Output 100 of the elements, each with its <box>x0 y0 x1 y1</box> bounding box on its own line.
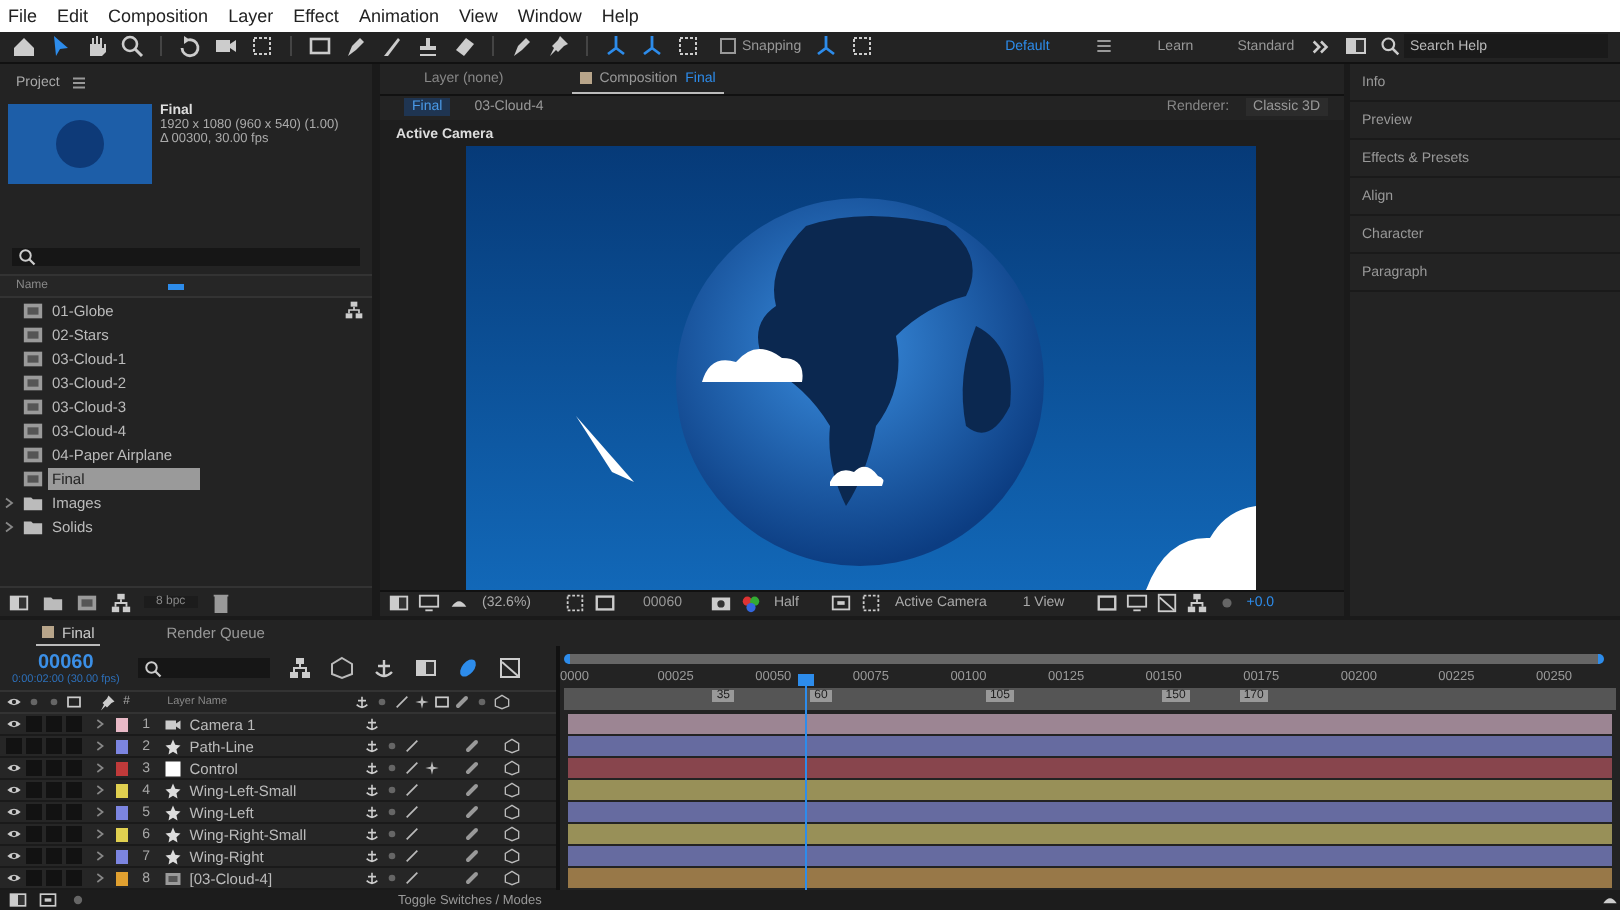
menu-item[interactable]: Composition <box>108 5 209 26</box>
shy-icon[interactable] <box>353 694 370 710</box>
pen-tool-icon[interactable] <box>344 34 368 59</box>
new-composition-icon[interactable] <box>76 591 98 613</box>
effect-switch-icon[interactable] <box>424 760 441 776</box>
label-color-swatch[interactable] <box>115 827 129 841</box>
thumbnail-preview <box>8 104 152 184</box>
rotate-tool-icon[interactable] <box>178 34 202 59</box>
cloud-drawing <box>702 348 803 382</box>
shy-switch-icon[interactable] <box>364 870 381 886</box>
workspace-menu-icon[interactable] <box>1093 36 1114 57</box>
motion-blur-icon[interactable] <box>455 656 480 680</box>
puppet-pin-icon[interactable] <box>546 34 570 59</box>
pan-behind-tool-icon[interactable] <box>250 34 274 59</box>
clone-stamp-icon[interactable] <box>416 34 440 59</box>
rectangle-tool-icon[interactable] <box>308 34 332 59</box>
frame-blending-icon[interactable] <box>413 656 438 680</box>
menu-item[interactable]: Layer <box>228 5 274 26</box>
motion-blur-icon[interactable] <box>453 694 470 710</box>
eye-icon[interactable] <box>6 870 22 886</box>
menu-item[interactable]: Help <box>601 5 639 26</box>
paper-plane-drawing <box>576 415 634 482</box>
local-axis-icon[interactable] <box>604 34 628 59</box>
effect-icon[interactable] <box>413 694 430 710</box>
grid-options-icon[interactable] <box>563 592 586 615</box>
trash-icon[interactable] <box>209 591 232 613</box>
menu-item[interactable]: Edit <box>57 5 89 26</box>
shy-switch-icon[interactable] <box>364 782 381 798</box>
interpret-footage-icon[interactable] <box>8 591 30 613</box>
eraser-tool-icon[interactable] <box>452 34 476 59</box>
eye-icon[interactable] <box>6 826 22 842</box>
menu-item[interactable]: File <box>8 5 38 26</box>
label-color-swatch[interactable] <box>115 783 129 797</box>
always-preview-icon[interactable] <box>388 592 410 615</box>
shy-switch-icon[interactable] <box>364 826 381 842</box>
menu-item[interactable]: Window <box>517 5 582 26</box>
project-settings-icon[interactable] <box>110 591 132 613</box>
label-color-swatch[interactable] <box>115 717 129 731</box>
cloud-drawing <box>1146 505 1256 590</box>
layer-switches-icon[interactable] <box>8 890 28 910</box>
monitor-icon[interactable] <box>418 592 440 615</box>
menu-item[interactable]: Effect <box>293 5 339 26</box>
menu-item[interactable]: View <box>458 5 498 26</box>
snap-options-icon[interactable] <box>813 34 838 59</box>
label-color-swatch[interactable] <box>115 761 129 775</box>
label-color-swatch[interactable] <box>115 871 129 885</box>
shy-switch-icon[interactable] <box>364 848 381 864</box>
roto-brush-icon[interactable] <box>510 34 534 59</box>
eye-icon[interactable] <box>6 716 22 732</box>
current-time[interactable]: 00060 <box>38 651 94 673</box>
shy-switch-icon[interactable] <box>364 738 381 754</box>
eye-icon[interactable] <box>6 848 22 864</box>
world-axis-icon[interactable] <box>640 34 664 59</box>
snapshot-icon[interactable] <box>709 592 732 615</box>
composition-flowchart-icon[interactable] <box>287 656 312 680</box>
video-icon[interactable] <box>6 694 22 710</box>
star-icon <box>163 803 182 821</box>
transfer-controls-icon[interactable] <box>38 890 58 910</box>
mask-toggle-icon[interactable] <box>593 592 616 615</box>
search-field[interactable] <box>137 658 270 678</box>
panel-toggle-icon[interactable] <box>1344 34 1368 59</box>
shy-switch-icon[interactable] <box>364 760 381 776</box>
label-color-swatch[interactable] <box>115 739 129 753</box>
home-icon[interactable] <box>12 34 36 59</box>
zoom-tool-icon[interactable] <box>120 34 144 59</box>
composition-icon <box>22 347 44 369</box>
menu-item[interactable]: Animation <box>358 5 439 26</box>
transparency-grid-icon[interactable] <box>860 592 883 615</box>
hand-tool-icon[interactable] <box>84 34 108 59</box>
graph-editor-icon[interactable] <box>497 656 522 680</box>
frame-blend-icon[interactable] <box>433 694 450 710</box>
eye-icon[interactable] <box>6 760 22 776</box>
composition-icon <box>22 371 44 393</box>
label-icon[interactable] <box>97 693 116 711</box>
eye-icon[interactable] <box>6 782 22 798</box>
shy-layers-icon[interactable] <box>371 656 396 680</box>
panel-menu-icon[interactable] <box>69 73 88 91</box>
search-field[interactable] <box>12 248 360 266</box>
draft-3d-icon[interactable] <box>329 656 354 680</box>
more-workspaces-icon[interactable] <box>1310 35 1332 58</box>
view-axis-icon[interactable] <box>676 34 700 59</box>
flowchart-icon[interactable] <box>344 300 364 320</box>
flowchart-icon[interactable] <box>1186 592 1209 615</box>
shy-switch-icon[interactable] <box>364 716 381 732</box>
brush-tool-icon[interactable] <box>380 34 404 59</box>
timeline-icon[interactable] <box>1156 592 1179 615</box>
search-icon <box>1380 36 1400 57</box>
eye-icon[interactable] <box>6 804 22 820</box>
3d-layer-icon[interactable] <box>493 694 510 710</box>
region-of-interest-icon[interactable] <box>830 592 853 615</box>
snap-target-icon[interactable] <box>849 34 874 59</box>
shy-switch-icon[interactable] <box>364 804 381 820</box>
label-color-swatch[interactable] <box>115 849 129 863</box>
quality-icon[interactable] <box>393 694 410 710</box>
fast-previews-icon[interactable] <box>1126 592 1149 615</box>
composition-icon <box>22 419 44 441</box>
camera-icon <box>163 715 182 733</box>
label-color-swatch[interactable] <box>115 805 129 819</box>
selection-tool-icon[interactable] <box>48 34 72 59</box>
pixel-aspect-icon[interactable] <box>1096 592 1119 615</box>
